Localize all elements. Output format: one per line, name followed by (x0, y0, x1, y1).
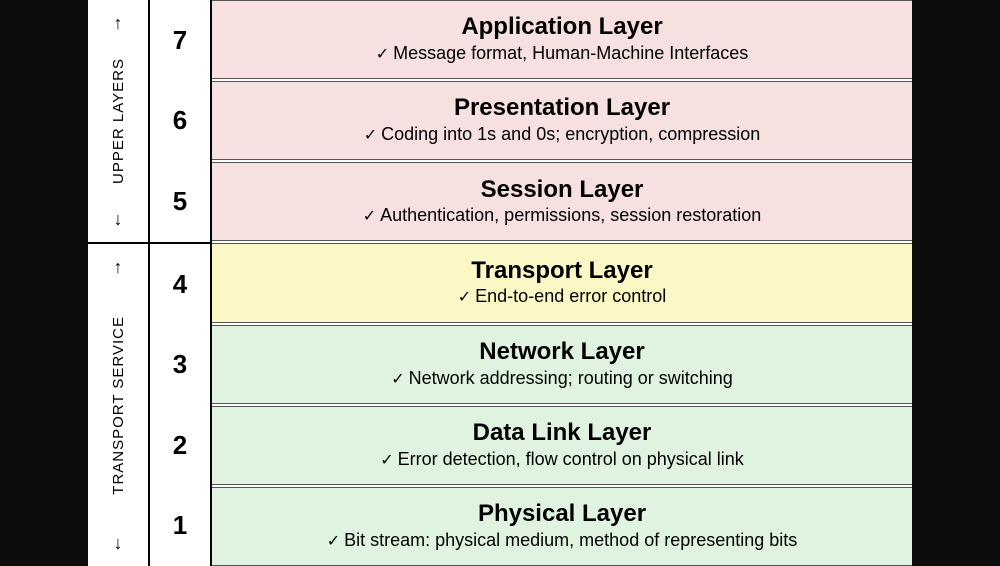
layer-title: Presentation Layer (454, 94, 670, 123)
layer-title: Data Link Layer (473, 419, 652, 448)
arrow-up-icon: ↑ (114, 10, 123, 36)
layer-number: 6 (150, 81, 210, 162)
layer-title: Application Layer (461, 13, 662, 42)
layers-column: Application Layer ✓Message format, Human… (212, 0, 912, 566)
layer-description: ✓Coding into 1s and 0s; encryption, comp… (364, 123, 761, 147)
presentation-layer: Presentation Layer ✓Coding into 1s and 0… (212, 81, 912, 160)
check-icon: ✓ (363, 208, 376, 225)
check-icon: ✓ (327, 533, 340, 550)
layer-title: Physical Layer (478, 500, 646, 529)
upper-layers-label: UPPER LAYERS (110, 58, 127, 184)
physical-layer: Physical Layer ✓Bit stream: physical med… (212, 487, 912, 566)
transport-service-label: TRANSPORT SERVICE (110, 316, 127, 495)
layer-title: Network Layer (479, 338, 644, 367)
layer-description: ✓Error detection, flow control on physic… (380, 448, 744, 472)
osi-model-diagram: ↑ UPPER LAYERS ↓ ↑ TRANSPORT SERVICE ↓ 7… (88, 0, 912, 566)
data-link-layer: Data Link Layer ✓Error detection, flow c… (212, 406, 912, 485)
layer-description: ✓End-to-end error control (458, 285, 667, 309)
layer-numbers-column: 7 6 5 4 3 2 1 (148, 0, 212, 566)
layer-number: 4 (150, 242, 210, 325)
layer-title: Transport Layer (471, 257, 652, 286)
application-layer: Application Layer ✓Message format, Human… (212, 0, 912, 79)
transport-service-group: ↑ TRANSPORT SERVICE ↓ (88, 244, 148, 566)
check-icon: ✓ (376, 46, 389, 63)
layer-number: 7 (150, 0, 210, 81)
layer-number: 2 (150, 405, 210, 486)
layer-description: ✓Network addressing; routing or switchin… (391, 367, 733, 391)
transport-layer: Transport Layer ✓End-to-end error contro… (212, 243, 912, 322)
check-icon: ✓ (364, 127, 377, 144)
arrow-down-icon: ↓ (114, 530, 123, 556)
upper-layers-group: ↑ UPPER LAYERS ↓ (88, 0, 148, 244)
layer-description: ✓Message format, Human-Machine Interface… (376, 42, 749, 66)
layer-description: ✓Bit stream: physical medium, method of … (327, 529, 798, 553)
layer-number: 5 (150, 161, 210, 242)
group-labels-column: ↑ UPPER LAYERS ↓ ↑ TRANSPORT SERVICE ↓ (88, 0, 148, 566)
check-icon: ✓ (380, 452, 393, 469)
layer-number: 3 (150, 324, 210, 405)
layer-number: 1 (150, 485, 210, 566)
layer-title: Session Layer (481, 176, 644, 205)
check-icon: ✓ (391, 371, 404, 388)
arrow-down-icon: ↓ (114, 206, 123, 232)
session-layer: Session Layer ✓Authentication, permissio… (212, 162, 912, 241)
network-layer: Network Layer ✓Network addressing; routi… (212, 325, 912, 404)
check-icon: ✓ (458, 289, 471, 306)
arrow-up-icon: ↑ (114, 254, 123, 280)
layer-description: ✓Authentication, permissions, session re… (363, 204, 762, 228)
